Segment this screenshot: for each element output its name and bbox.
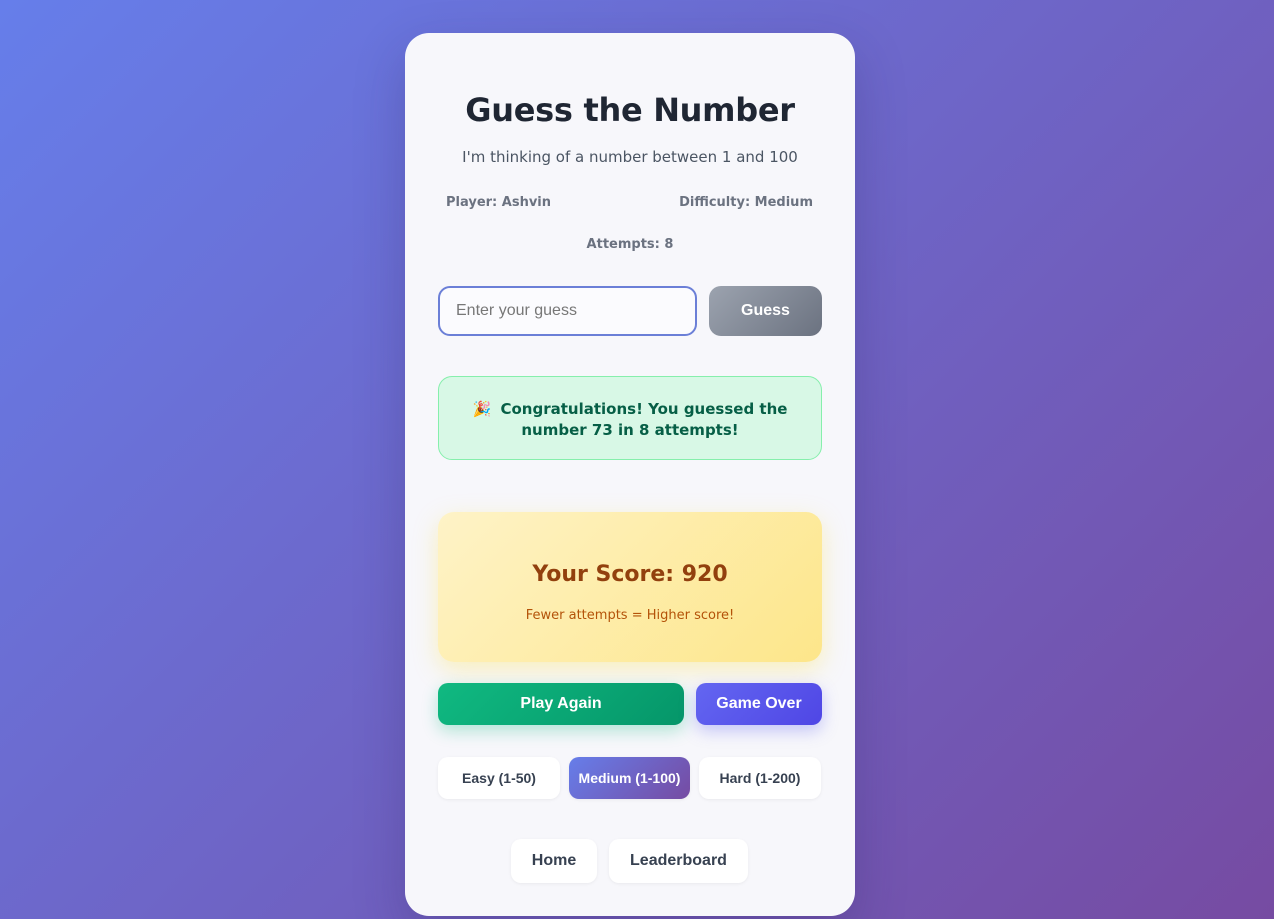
game-subtitle: I'm thinking of a number between 1 and 1… (462, 148, 798, 166)
success-message-text: Congratulations! You guessed the number … (500, 400, 788, 439)
game-card: Guess the Number I'm thinking of a numbe… (405, 33, 855, 916)
score-title: Your Score: 920 (532, 562, 728, 587)
page-title: Guess the Number (465, 91, 795, 129)
difficulty-hard-button[interactable]: Hard (1-200) (699, 757, 821, 799)
difficulty-medium-button[interactable]: Medium (1-100) (569, 757, 690, 799)
difficulty-easy-button[interactable]: Easy (1-50) (438, 757, 560, 799)
game-over-button[interactable]: Game Over (696, 683, 822, 725)
play-again-button[interactable]: Play Again (438, 683, 684, 725)
attempts-label: Attempts: 8 (586, 237, 674, 252)
guess-button[interactable]: Guess (709, 286, 822, 336)
score-note: Fewer attempts = Higher score! (525, 608, 735, 623)
home-button[interactable]: Home (511, 839, 597, 883)
score-panel: Your Score: 920 Fewer attempts = Higher … (438, 512, 822, 662)
player-label: Player: Ashvin (446, 195, 552, 210)
leaderboard-button[interactable]: Leaderboard (609, 839, 748, 883)
success-message: 🎉 Congratulations! You guessed the numbe… (438, 376, 822, 460)
party-popper-icon: 🎉 (472, 400, 492, 418)
guess-input[interactable] (438, 286, 697, 336)
difficulty-label: Difficulty: Medium (679, 195, 813, 210)
